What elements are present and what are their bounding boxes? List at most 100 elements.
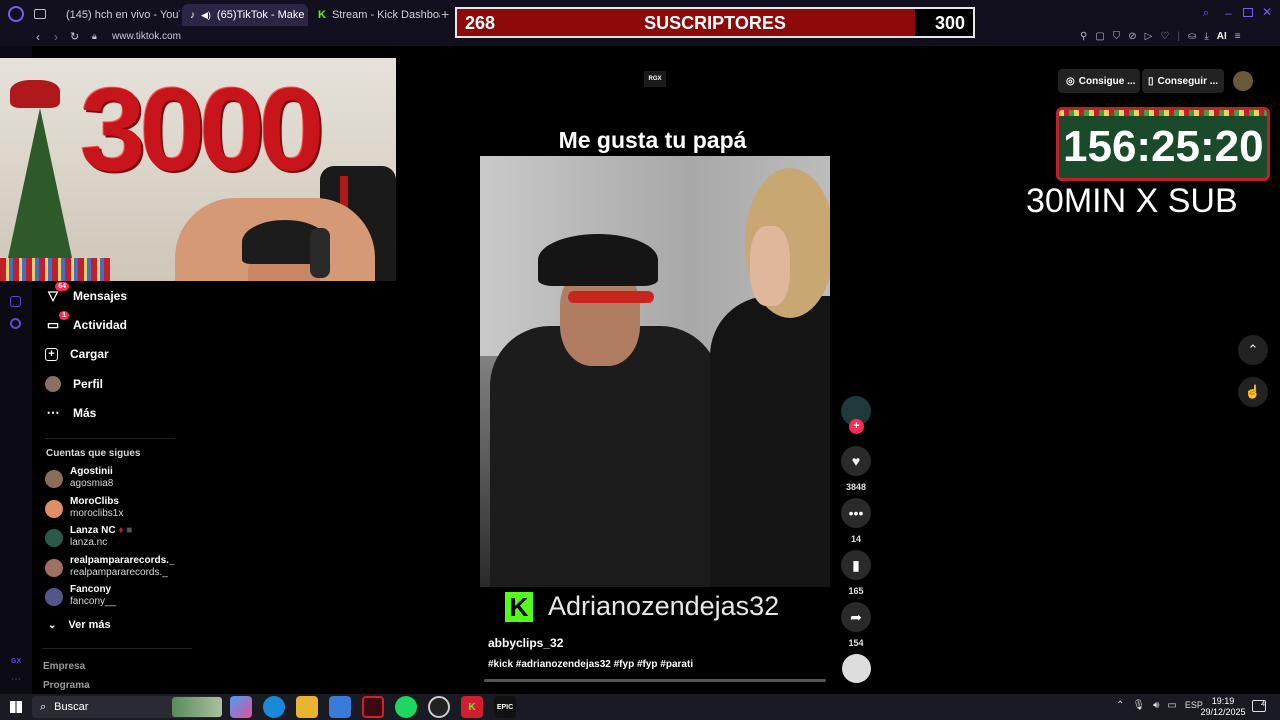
streamer-head <box>240 230 241 231</box>
heart-icon[interactable]: ♡ <box>1160 31 1169 42</box>
divider: | <box>1177 31 1180 42</box>
minimize-icon[interactable]: – <box>1225 6 1232 20</box>
epic-games-icon[interactable]: EPIC <box>494 696 516 718</box>
block-icon[interactable]: ⊘ <box>1128 31 1136 42</box>
windows-start-icon[interactable] <box>10 701 22 713</box>
sub-goal-count: 300 <box>935 13 966 33</box>
clock[interactable]: 19:19 29/12/2025 <box>1200 696 1246 718</box>
pin-icon[interactable]: ⚲ <box>1080 31 1087 42</box>
copilot-icon[interactable] <box>230 696 252 718</box>
follow-plus-icon[interactable]: + <box>849 419 864 434</box>
avatar <box>45 470 63 488</box>
file-explorer-icon[interactable] <box>296 696 318 718</box>
close-icon[interactable]: ✕ <box>1262 5 1272 19</box>
divider <box>42 648 192 649</box>
sidebar-item-label: Cargar <box>70 347 109 361</box>
webcam-overlay: 3000 <box>0 58 396 281</box>
notification-count: 4 <box>1261 701 1265 708</box>
snapshot-icon[interactable]: ▢ <box>1095 31 1104 42</box>
forward-icon[interactable]: › <box>54 30 58 44</box>
sidebar-item-label: Más <box>73 406 97 420</box>
opera-gx-icon[interactable] <box>362 696 384 718</box>
sidebar-item-cargar[interactable]: + Cargar <box>45 344 109 364</box>
tab-youtube[interactable]: (145) hch en vivo - YouTub <box>52 4 180 26</box>
timer-value: 156:25:20 <box>1063 122 1264 171</box>
back-icon[interactable]: ‹ <box>36 30 40 44</box>
following-title: Cuentas que sigues <box>46 448 141 459</box>
footer-link-programa[interactable]: Programa <box>43 680 90 691</box>
store-icon[interactable] <box>329 696 351 718</box>
sidebar-item-mas[interactable]: ⋯ Más <box>45 403 97 423</box>
gx-messenger-icon[interactable] <box>10 296 21 307</box>
red-bow <box>10 80 60 108</box>
new-tab-icon[interactable]: + <box>441 6 449 22</box>
man-cap <box>538 234 658 286</box>
following-item[interactable]: Lanza NC ♦ ■ lanza.nc <box>45 525 132 549</box>
rose-emoji-icon: ♦ <box>118 525 124 536</box>
volume-icon[interactable]: 🔊︎ <box>1153 700 1159 711</box>
ver-mas-button[interactable]: ⌄ Ver más <box>48 615 111 635</box>
promo-button-consigue[interactable]: ◎ Consigue ... <box>1058 69 1140 93</box>
christmas-tree <box>8 108 72 258</box>
messages-icon: ▽ 64 <box>45 282 69 304</box>
sidebar-item-perfil[interactable]: Perfil <box>45 374 103 394</box>
spotify-icon[interactable] <box>395 696 417 718</box>
timer-caption: 30MIN X SUB <box>1026 182 1238 220</box>
tab-kick[interactable]: K Stream - Kick Dashboard <box>310 4 440 26</box>
kick-app-icon[interactable]: K <box>461 696 483 718</box>
chevron-up-icon: ⌃ <box>1247 342 1259 357</box>
player-icon[interactable]: ▷ <box>1145 31 1153 42</box>
video-author[interactable]: abbyclips_32 <box>488 636 563 650</box>
woman-jacket <box>710 296 830 587</box>
tab-label: (145) hch en vivo - YouTub <box>66 9 180 21</box>
following-item[interactable]: realpampararecords._ realpampararecords._ <box>45 555 175 579</box>
reload-icon[interactable]: ↻ <box>70 30 79 43</box>
edge-icon[interactable] <box>263 696 285 718</box>
url-field[interactable]: www.tiktok.com <box>112 31 181 42</box>
obs-icon[interactable] <box>428 696 450 718</box>
opera-gx-logo-icon[interactable] <box>8 6 24 22</box>
save-count: 165 <box>848 586 864 596</box>
sidebar-item-actividad[interactable]: ▭ 1 Actividad <box>45 311 127 335</box>
comment-button[interactable]: ••• <box>841 498 871 528</box>
aria-icon[interactable]: AI <box>1217 31 1227 42</box>
like-button[interactable]: ♥ <box>841 446 871 476</box>
divider <box>45 438 175 439</box>
avatar <box>45 559 63 577</box>
search-icon[interactable]: ⌕ <box>1203 7 1209 20</box>
wallet-icon[interactable]: ⛀ <box>1188 31 1196 42</box>
scroll-up-button[interactable]: ⌃ <box>1238 335 1268 365</box>
video-hashtags[interactable]: #kick #adrianozendejas32 #fyp #fyp #para… <box>488 659 693 670</box>
footer-link-empresa[interactable]: Empresa <box>43 661 85 672</box>
scroll-down-button[interactable]: ☝ <box>1238 377 1268 407</box>
avatar <box>45 500 63 518</box>
profile-avatar[interactable] <box>1233 71 1253 91</box>
activity-icon: ▭ 1 <box>45 311 69 333</box>
gx-settings-icon[interactable] <box>10 318 21 329</box>
maximize-icon[interactable] <box>1243 8 1253 17</box>
download-icon[interactable]: ⤓ <box>1204 31 1208 42</box>
following-item[interactable]: Fancony fancony__ <box>45 584 116 608</box>
share-button[interactable]: ➦ <box>841 602 871 632</box>
tab-overview-icon[interactable] <box>34 9 46 19</box>
save-button[interactable]: ▮ <box>841 550 871 580</box>
tab-label: Stream - Kick Dashboard <box>331 9 440 21</box>
more-icon[interactable]: ⋯ <box>11 674 21 685</box>
video-progress-bar[interactable] <box>484 679 826 682</box>
following-item[interactable]: MoroClibs moroclibs1x <box>45 496 123 520</box>
video-player[interactable] <box>480 156 830 587</box>
sidebar-item-mensajes[interactable]: ▽ 64 Mensajes <box>45 282 127 306</box>
microphone-icon[interactable]: 🎙︎ <box>1132 700 1145 711</box>
gx-label: GX <box>11 658 22 665</box>
network-icon[interactable]: ▭ <box>1167 700 1176 711</box>
menu-icon[interactable]: ≡ <box>1235 31 1241 42</box>
notification-icon[interactable]: 4 <box>1252 700 1266 712</box>
music-disc-icon[interactable] <box>842 654 871 683</box>
following-item[interactable]: Agostinii agosmia8 <box>45 466 113 490</box>
chevron-up-icon[interactable]: ⌃ <box>1116 700 1124 711</box>
shield-icon[interactable]: ⛉ <box>1113 31 1121 42</box>
promo-button-conseguir[interactable]: ▯ Conseguir ... <box>1142 69 1224 93</box>
avatar <box>45 588 63 606</box>
share-icon: ➦ <box>850 608 862 625</box>
tab-tiktok[interactable]: ♪ ◀) (65)TikTok - Make Your <box>182 4 308 26</box>
